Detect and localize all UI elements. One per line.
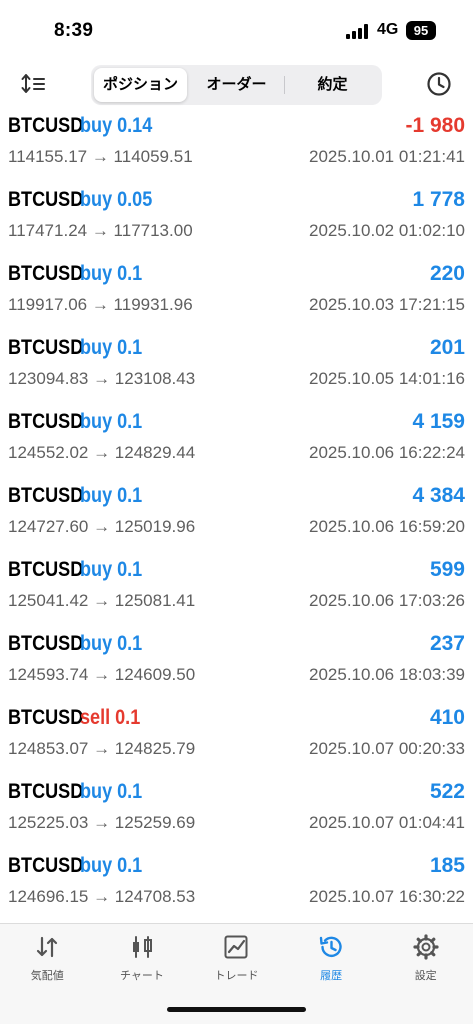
quotes-arrows-icon xyxy=(37,936,58,958)
segment-orders[interactable]: オーダー xyxy=(190,68,283,102)
deal-row[interactable]: BTCUSD buy 0.1 185 124696.15 → 124708.53 202… xyxy=(0,850,473,924)
candlestick-chart-icon xyxy=(132,936,152,958)
deal-symbol: BTCUSD xyxy=(8,632,84,655)
deal-prices: 123094.83 → 123108.43 xyxy=(8,369,196,388)
deal-prices: 117471.24 → 117713.00 xyxy=(8,221,193,240)
deal-symbol: BTCUSD xyxy=(8,558,84,581)
deal-side-volume: buy 0.1 xyxy=(80,484,143,507)
deal-profit: 201 xyxy=(429,336,465,359)
deal-symbol: BTCUSD xyxy=(8,854,84,877)
deal-row[interactable]: BTCUSD sell 0.1 410 124853.07 → 124825.79 20… xyxy=(0,702,473,776)
deal-time: 2025.10.07 00:20:33 xyxy=(309,739,465,758)
deal-time: 2025.10.06 16:59:20 xyxy=(309,517,465,536)
deals-list: BTCUSD buy 0.14 -1 980 114155.17 → 114059.5… xyxy=(0,110,473,924)
status-time: 8:39 xyxy=(54,20,94,41)
status-bar: 8:39 4G 95 xyxy=(0,0,473,62)
tab-label: 気配値 xyxy=(30,970,64,982)
tab-trade[interactable]: トレード xyxy=(189,924,284,996)
deal-prices: 125041.42 → 125081.41 xyxy=(8,591,196,610)
deal-time: 2025.10.05 14:01:16 xyxy=(309,369,465,388)
deal-row[interactable]: BTCUSD buy 0.1 220 119917.06 → 119931.96 202… xyxy=(0,258,473,332)
tab-label: トレード xyxy=(214,970,259,982)
segment-deals[interactable]: 約定 xyxy=(286,68,379,102)
sort-icon xyxy=(21,74,45,93)
sort-button[interactable] xyxy=(20,70,50,98)
deal-prices: 124696.15 → 124708.53 xyxy=(8,887,196,906)
segment-positions[interactable]: ポジション xyxy=(94,68,187,102)
deal-row[interactable]: BTCUSD buy 0.14 -1 980 114155.17 → 114059.5… xyxy=(0,110,473,184)
trade-chart-icon xyxy=(224,935,248,959)
tab-history[interactable]: 履歴 xyxy=(284,924,379,996)
deal-profit: 1 778 xyxy=(412,188,465,211)
gear-icon xyxy=(413,934,439,960)
deal-symbol: BTCUSD xyxy=(8,262,84,285)
deal-time: 2025.10.06 18:03:39 xyxy=(309,665,465,684)
deal-row[interactable]: BTCUSD buy 0.1 522 125225.03 → 125259.69 202… xyxy=(0,776,473,850)
deal-side-volume: buy 0.1 xyxy=(80,854,143,877)
deal-profit: 185 xyxy=(429,854,465,877)
deal-profit: 220 xyxy=(429,262,465,285)
deal-side-volume: buy 0.1 xyxy=(80,558,143,581)
deal-prices: 125225.03 → 125259.69 xyxy=(8,813,196,832)
deal-row[interactable]: BTCUSD buy 0.1 4 384 124727.60 → 125019.96 2… xyxy=(0,480,473,554)
deal-time: 2025.10.07 01:04:41 xyxy=(309,813,465,832)
tab-label: 設定 xyxy=(414,970,437,982)
deal-prices: 114155.17 → 114059.51 xyxy=(8,147,193,166)
deal-row[interactable]: BTCUSD buy 0.1 201 123094.83 → 123108.43 202… xyxy=(0,332,473,406)
home-indicator xyxy=(167,1007,306,1012)
deal-side-volume: buy 0.1 xyxy=(80,632,143,655)
toolbar: ポジション オーダー 約定 xyxy=(0,62,473,108)
deal-time: 2025.10.06 16:22:24 xyxy=(309,443,465,462)
deal-time: 2025.10.01 01:21:41 xyxy=(309,147,465,166)
deal-symbol: BTCUSD xyxy=(8,188,84,211)
deal-symbol: BTCUSD xyxy=(8,410,84,433)
deal-side-volume: buy 0.05 xyxy=(80,188,153,211)
tab-chart[interactable]: チャート xyxy=(95,924,190,996)
deal-symbol: BTCUSD xyxy=(8,484,84,507)
deal-row[interactable]: BTCUSD buy 0.05 1 778 117471.24 → 117713.00… xyxy=(0,184,473,258)
deal-profit: 410 xyxy=(429,706,465,729)
deal-row[interactable]: BTCUSD buy 0.1 599 125041.42 → 125081.41 202… xyxy=(0,554,473,628)
deal-side-volume: buy 0.1 xyxy=(80,410,143,433)
tab-settings[interactable]: 設定 xyxy=(378,924,473,996)
deal-prices: 124593.74 → 124609.50 xyxy=(8,665,196,684)
battery-indicator: 95 xyxy=(406,21,436,40)
clock-icon xyxy=(427,72,451,96)
deal-symbol: BTCUSD xyxy=(8,706,84,729)
deal-prices: 124552.02 → 124829.44 xyxy=(8,443,196,462)
history-segmented-control: ポジション オーダー 約定 xyxy=(91,65,382,105)
deal-profit: -1 980 xyxy=(405,114,465,137)
tab-label: 履歴 xyxy=(320,970,343,982)
deal-side-volume: buy 0.1 xyxy=(80,262,143,285)
history-clock-icon xyxy=(319,936,342,957)
deal-row[interactable]: BTCUSD buy 0.1 237 124593.74 → 124609.50 202… xyxy=(0,628,473,702)
segment-divider xyxy=(284,76,285,94)
deal-profit: 522 xyxy=(429,780,465,803)
deal-time: 2025.10.02 01:02:10 xyxy=(309,221,465,240)
deal-prices: 124727.60 → 125019.96 xyxy=(8,517,196,536)
deal-profit: 599 xyxy=(429,558,465,581)
deal-row[interactable]: BTCUSD buy 0.1 4 159 124552.02 → 124829.44 2… xyxy=(0,406,473,480)
deal-profit: 4 384 xyxy=(412,484,465,507)
deal-profit: 237 xyxy=(429,632,465,655)
tab-label: チャート xyxy=(119,970,164,982)
tab-quotes[interactable]: 気配値 xyxy=(0,924,95,996)
deal-side-volume: buy 0.14 xyxy=(80,114,153,137)
deal-side-volume: buy 0.1 xyxy=(80,336,143,359)
signal-strength-icon xyxy=(346,24,370,39)
deal-prices: 119917.06 → 119931.96 xyxy=(8,295,193,314)
history-period-button[interactable] xyxy=(425,70,453,98)
deal-prices: 124853.07 → 124825.79 xyxy=(8,739,196,758)
deal-symbol: BTCUSD xyxy=(8,114,84,137)
deal-side-volume: buy 0.1 xyxy=(80,780,143,803)
deal-time: 2025.10.03 17:21:15 xyxy=(309,295,465,314)
deal-time: 2025.10.07 16:30:22 xyxy=(309,887,465,906)
deal-side-volume: sell 0.1 xyxy=(80,706,141,729)
deal-profit: 4 159 xyxy=(412,410,465,433)
network-type: 4G xyxy=(377,21,399,38)
deal-symbol: BTCUSD xyxy=(8,780,84,803)
deal-symbol: BTCUSD xyxy=(8,336,84,359)
deal-time: 2025.10.06 17:03:26 xyxy=(309,591,465,610)
